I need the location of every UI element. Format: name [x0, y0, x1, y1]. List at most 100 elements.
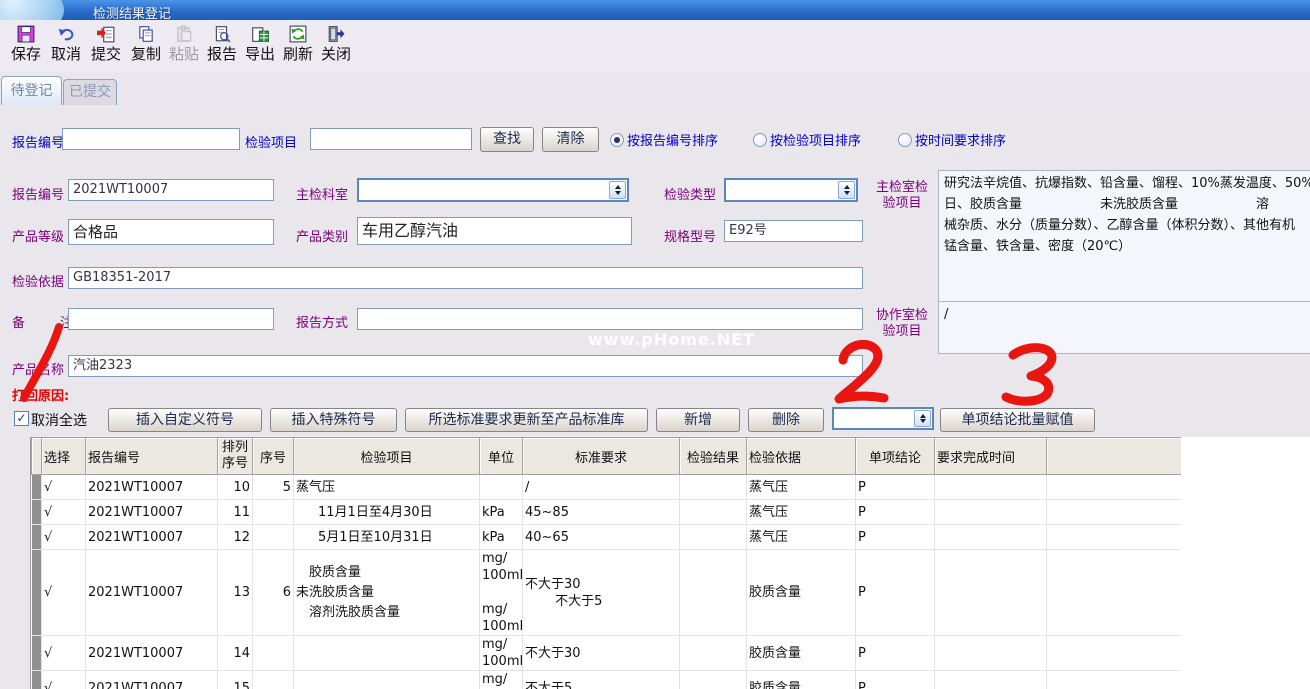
main-dept-select[interactable]: 检验室 [357, 178, 629, 202]
update-standard-button[interactable]: 所选标准要求更新至产品标准库 [405, 408, 648, 432]
content-panel: 报告编号 检验项目 查找 清除 按报告编号排序 按检验项目排序 按时间要求排序 … [0, 105, 1310, 689]
table-row[interactable]: √ 2021WT10007 15 mg/ 100mL 不大于5 胶质含量 P [32, 671, 1182, 689]
product-name-input[interactable]: 汽油2323 [68, 355, 863, 377]
table-row[interactable]: √ 2021WT10007 10 5 蒸气压 / 蒸气压 P [32, 475, 1182, 500]
select-all-checkbox[interactable]: ✓ [14, 411, 29, 426]
tab-submitted[interactable]: 已提交 [63, 79, 117, 105]
paste-button: 粘贴 [164, 23, 204, 69]
reject-reason-label: 打回原因: [12, 385, 69, 404]
col-result[interactable]: 检验结果 [680, 438, 747, 475]
test-basis-input[interactable]: GB18351-2017 [68, 267, 863, 289]
col-conclusion[interactable]: 单项结论 [856, 438, 935, 475]
copy-icon [137, 25, 155, 43]
radio-icon [753, 133, 767, 147]
remark-input[interactable] [68, 308, 274, 330]
tab-strip: 待登记 已提交 [0, 72, 1310, 106]
collab-items-label: 协作室检验项目 [872, 308, 932, 340]
window-title: 检测结果登记 [93, 3, 171, 20]
product-category-input[interactable]: 车用乙醇汽油 [357, 217, 632, 245]
table-row[interactable]: √ 2021WT10007 13 6 胶质含量 未洗胶质含量 溶剂洗胶质含量 m… [32, 550, 1182, 636]
radio-icon [898, 133, 912, 147]
insert-custom-symbol-button[interactable]: 插入自定义符号 [108, 408, 262, 432]
row-selected-check[interactable]: √ [42, 475, 86, 500]
watermark: www.pHome.NET [588, 330, 755, 349]
col-unit[interactable]: 单位 [480, 438, 523, 475]
undo-button[interactable]: 取消 [46, 23, 86, 69]
table-row[interactable]: √ 2021WT10007 14 mg/ 100mL 不大于30 胶质含量 P [32, 636, 1182, 671]
row-selected-check[interactable]: √ [42, 500, 86, 525]
row-selected-check[interactable]: √ [42, 525, 86, 550]
report-no-input[interactable]: 2021WT10007 [68, 179, 274, 201]
row-selected-check[interactable]: √ [42, 671, 86, 689]
find-button[interactable]: 查找 [480, 127, 534, 152]
close-icon [327, 25, 345, 43]
col-report-no[interactable]: 报告编号 [86, 438, 218, 475]
test-type-select[interactable]: 委托检验 [724, 178, 858, 202]
col-requirement[interactable]: 标准要求 [523, 438, 680, 475]
tab-pending[interactable]: 待登记 [1, 76, 62, 105]
radio-icon [610, 133, 624, 147]
add-button[interactable]: 新增 [656, 408, 740, 432]
refresh-button[interactable]: 刷新 [278, 23, 318, 69]
select-all-label: 取消全选 [31, 410, 87, 430]
report-button[interactable]: 报告 [202, 23, 242, 69]
col-due[interactable]: 要求完成时间 [935, 438, 1047, 475]
search-item-label: 检验项目 [245, 132, 297, 151]
col-seq[interactable]: 序号 [253, 438, 294, 475]
table-row[interactable]: √ 2021WT10007 11 11月1日至4月30日 kPa 45~85 蒸… [32, 500, 1182, 525]
sort-by-time-radio[interactable]: 按时间要求排序 [898, 130, 1006, 149]
export-button[interactable]: 导出 [240, 23, 280, 69]
product-grade-input[interactable]: 合格品 [68, 219, 274, 245]
table-header-row: 选择 报告编号 排列序号 序号 检验项目 单位 标准要求 检验结果 检验依据 单… [32, 438, 1182, 475]
product-category-label: 产品类别 [296, 226, 348, 245]
col-order-no[interactable]: 排列序号 [218, 438, 253, 475]
row-selected-check[interactable]: √ [42, 550, 86, 636]
row-gutter-header [32, 438, 42, 475]
row-selected-check[interactable]: √ [42, 636, 86, 671]
spec-model-input[interactable]: E92号 [724, 220, 863, 242]
search-item-input[interactable] [310, 128, 472, 150]
paste-icon [175, 25, 193, 43]
table-right-filler [1180, 437, 1310, 689]
collab-items-textarea[interactable]: / [938, 301, 1310, 354]
test-type-label: 检验类型 [664, 184, 716, 203]
results-table: 选择 报告编号 排列序号 序号 检验项目 单位 标准要求 检验结果 检验依据 单… [30, 437, 1181, 689]
clear-button[interactable]: 清除 [542, 127, 599, 152]
save-button[interactable]: 保存 [6, 23, 46, 69]
report-no-label: 报告编号 [12, 184, 64, 203]
conclusion-select[interactable]: P [832, 407, 934, 430]
spec-model-label: 规格型号 [664, 226, 716, 245]
undo-icon [57, 25, 75, 43]
batch-assign-button[interactable]: 单项结论批量赋值 [940, 408, 1095, 432]
spinner-icon[interactable] [609, 181, 626, 199]
spinner-icon[interactable] [914, 410, 931, 427]
report-icon [213, 25, 231, 43]
submit-icon [97, 25, 115, 43]
title-bar: 检测结果登记 [0, 0, 1310, 20]
main-dept-label: 主检科室 [296, 184, 348, 203]
app-logo-icon [0, 0, 64, 20]
col-filler [1047, 438, 1182, 475]
sort-by-report-no-radio[interactable]: 按报告编号排序 [610, 130, 718, 149]
spinner-icon[interactable] [838, 181, 855, 199]
col-item[interactable]: 检验项目 [294, 438, 480, 475]
delete-button[interactable]: 删除 [748, 408, 824, 432]
close-button[interactable]: 关闭 [316, 23, 356, 69]
insert-special-symbol-button[interactable]: 插入特殊符号 [270, 408, 397, 432]
sort-by-item-radio[interactable]: 按检验项目排序 [753, 130, 861, 149]
search-report-no-label: 报告编号 [12, 132, 64, 151]
product-name-label: 产品名称 [12, 359, 64, 378]
submit-button[interactable]: 提交 [86, 23, 126, 69]
main-items-label: 主检室检验项目 [872, 180, 932, 212]
test-basis-label: 检验依据 [12, 271, 64, 290]
search-report-no-input[interactable] [62, 128, 240, 150]
table-row[interactable]: √ 2021WT10007 12 5月1日至10月31日 kPa 40~65 蒸… [32, 525, 1182, 550]
col-basis[interactable]: 检验依据 [747, 438, 856, 475]
main-items-textarea[interactable]: 研究法辛烷值、抗爆指数、铅含量、馏程、10%蒸发温度、50%蒸 日、胶质含量 未… [938, 170, 1310, 302]
refresh-icon [289, 25, 307, 43]
report-method-input[interactable] [357, 308, 863, 330]
save-icon [17, 25, 35, 43]
test-result-registration-window: 检测结果登记 保存 取消 提交 复制 粘贴 报告 导出 [0, 0, 1310, 689]
col-select[interactable]: 选择 [42, 438, 86, 475]
copy-button[interactable]: 复制 [126, 23, 166, 69]
